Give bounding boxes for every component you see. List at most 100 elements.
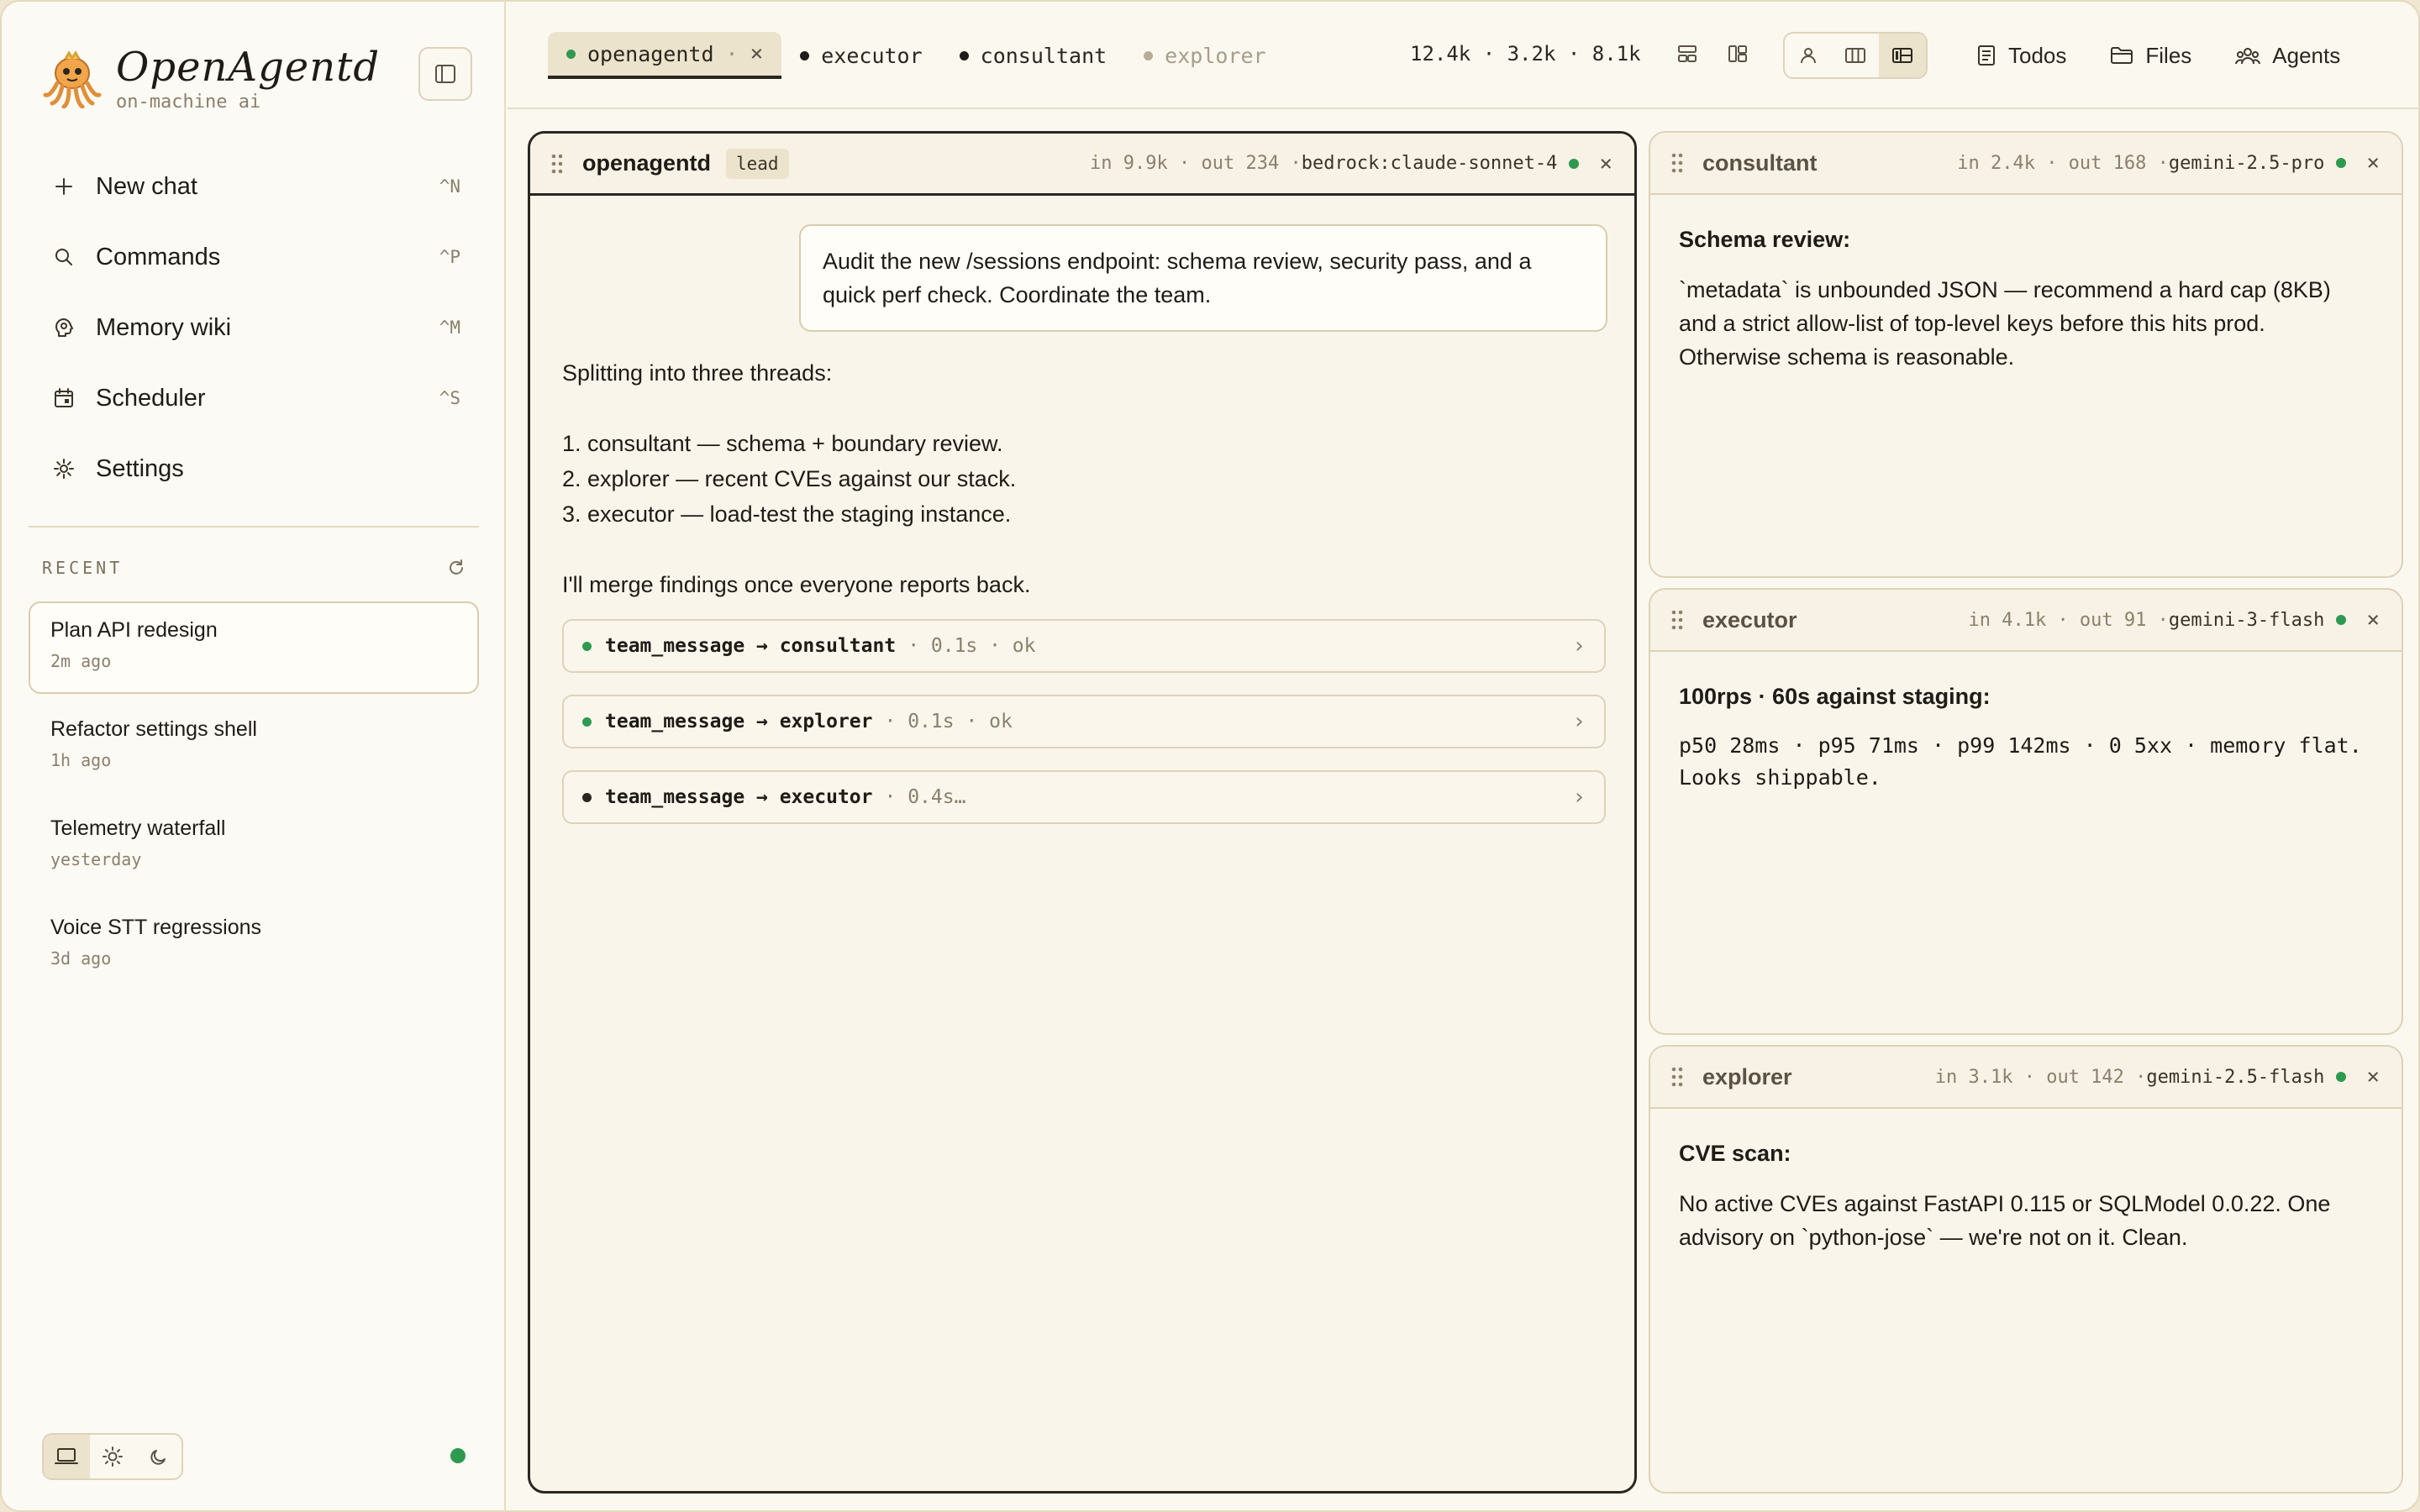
pane-close-icon[interactable]: ×: [2366, 607, 2380, 633]
tool-meta: · 0.4s…: [884, 786, 966, 808]
recent-item[interactable]: Telemetry waterfall yesterday: [29, 800, 479, 892]
tab-status-dot: [959, 50, 969, 60]
assistant-message: Splitting into three threads: 1. consult…: [562, 355, 1570, 602]
nav-memory-wiki[interactable]: Memory wiki ^M: [30, 292, 479, 363]
brand-tagline: on-machine ai: [116, 91, 261, 113]
tab-label: explorer: [1165, 43, 1266, 68]
theme-system-button[interactable]: [44, 1435, 90, 1478]
recent-title: RECENT: [42, 558, 124, 578]
brand[interactable]: OpenAgentd on-machine ai: [42, 40, 380, 116]
recent-item[interactable]: Voice STT regressions 3d ago: [29, 899, 479, 991]
tool-name: team_message → explorer: [605, 711, 873, 732]
model-name: gemini-2.5-flash: [2146, 1066, 2325, 1088]
sidebar-toggle-button[interactable]: [418, 47, 472, 101]
chevron-right-icon: ›: [1572, 785, 1586, 810]
top-actions: Todos Files Agents: [1963, 32, 2354, 79]
assistant-step: 1. consultant — schema + boundary review…: [562, 431, 1003, 456]
recent-item-name: Voice STT regressions: [50, 916, 262, 939]
users-icon: [2235, 48, 2261, 65]
model-name: gemini-3-flash: [2168, 609, 2325, 631]
plus-icon: [49, 171, 79, 202]
tab-label: consultant: [980, 43, 1107, 68]
view-grid-button[interactable]: [1879, 34, 1926, 77]
pane-heading: Schema review:: [1679, 227, 1851, 252]
nav-scheduler[interactable]: Scheduler ^S: [30, 363, 479, 433]
theme-light-button[interactable]: [90, 1435, 136, 1478]
pane-body-text: p50 28ms · p95 71ms · p99 142ms · 0 5xx …: [1679, 733, 2362, 790]
nav-shortcut: ^S: [439, 388, 460, 408]
assistant-intro: Splitting into three threads:: [562, 360, 833, 386]
tool-status-dot: [582, 717, 592, 727]
pane-close-icon[interactable]: ×: [2366, 150, 2380, 176]
model-status-dot: [2336, 615, 2347, 625]
tab-explorer[interactable]: explorer: [1125, 32, 1284, 79]
nav-settings[interactable]: Settings: [30, 433, 479, 504]
pane-heading: CVE scan:: [1679, 1141, 1791, 1166]
laptop-icon: [55, 1448, 79, 1464]
sidebar: OpenAgentd on-machine ai New chat ^N Com…: [2, 2, 506, 1510]
tab-close-icon[interactable]: ×: [750, 41, 764, 66]
recent-header: RECENT: [42, 558, 466, 578]
pane-title: explorer: [1702, 1063, 1792, 1089]
app-window: OpenAgentd on-machine ai New chat ^N Com…: [0, 0, 2420, 1512]
tool-call-row[interactable]: team_message → explorer · 0.1s · ok ›: [562, 695, 1606, 748]
token-usage: in 2.4k · out 168 ·: [1957, 152, 2169, 174]
brain-icon: [49, 312, 79, 343]
view-single-button[interactable]: [1785, 34, 1832, 77]
tool-call-row[interactable]: team_message → consultant · 0.1s · ok ›: [562, 619, 1606, 673]
model-name: bedrock:claude-sonnet-4: [1301, 153, 1558, 174]
pane-header: executor in 4.1k · out 91 · gemini-3-fla…: [1650, 590, 2402, 652]
sidebar-divider: [29, 526, 479, 528]
tool-meta: · 0.1s · ok: [908, 635, 1036, 657]
model-status-dot: [2336, 158, 2347, 168]
tool-meta: · 0.1s · ok: [884, 711, 1013, 732]
pane-body-text: No active CVEs against FastAPI 0.115 or …: [1679, 1191, 2331, 1250]
nav-new-chat[interactable]: New chat ^N: [30, 151, 479, 222]
refresh-icon[interactable]: [447, 559, 466, 577]
recent-item[interactable]: Plan API redesign 2m ago: [29, 601, 479, 694]
nav-shortcut: ^P: [439, 247, 460, 267]
drag-handle-icon[interactable]: [1670, 609, 1684, 631]
drag-handle-icon[interactable]: [1670, 1066, 1684, 1088]
nav-commands[interactable]: Commands ^P: [30, 222, 479, 292]
tab-executor[interactable]: executor: [781, 32, 940, 79]
view-split-button[interactable]: [1832, 34, 1879, 77]
person-icon: [1801, 48, 1816, 64]
layout-rows-button[interactable]: [1669, 35, 1706, 72]
todos-button[interactable]: Todos: [1963, 32, 2080, 79]
layout-columns-button[interactable]: [1719, 35, 1756, 72]
folder-icon: [2111, 47, 2133, 64]
token-usage: in 3.1k · out 142 ·: [1934, 1066, 2147, 1088]
recent-item[interactable]: Refactor settings shell 1h ago: [29, 701, 479, 793]
tab-status-dot: [1144, 50, 1154, 60]
brand-name: OpenAgentd: [116, 43, 381, 91]
tab-consultant[interactable]: consultant: [941, 32, 1126, 79]
pane-close-icon[interactable]: ×: [1599, 151, 1612, 176]
recent-item-time: yesterday: [50, 849, 142, 869]
recent-item-time: 1h ago: [50, 750, 112, 770]
pane-title: consultant: [1702, 150, 1818, 176]
tool-status-dot: [582, 641, 592, 651]
assistant-step: 2. explorer — recent CVEs against our st…: [562, 466, 1017, 491]
tab-label: openagentd: [587, 41, 714, 66]
drag-handle-icon[interactable]: [550, 153, 564, 175]
theme-dark-button[interactable]: [135, 1435, 182, 1478]
list-icon: [1978, 45, 1995, 66]
drag-handle-icon[interactable]: [1670, 152, 1684, 174]
model-name: gemini-2.5-pro: [2168, 152, 2325, 174]
moon-icon: [150, 1450, 166, 1465]
assistant-outro: I'll merge findings once everyone report…: [562, 572, 1031, 597]
calendar-icon: [49, 383, 79, 413]
grid-layout-icon: [1892, 48, 1912, 63]
tool-status-dot: [582, 792, 592, 802]
chevron-right-icon: ›: [1572, 633, 1586, 659]
pane-heading: 100rps · 60s against staging:: [1679, 684, 1991, 709]
pane-close-icon[interactable]: ×: [2366, 1064, 2380, 1089]
agents-label: Agents: [2272, 42, 2341, 68]
files-button[interactable]: Files: [2096, 32, 2205, 79]
pane-meta: in 4.1k · out 91 · gemini-3-flash ×: [1968, 607, 2380, 633]
tab-openagentd[interactable]: openagentd · ×: [548, 32, 782, 79]
top-bar: openagentd · × executor consultant explo…: [508, 2, 2418, 109]
agents-button[interactable]: Agents: [2222, 32, 2354, 79]
tool-call-row[interactable]: team_message → executor · 0.4s… ›: [562, 770, 1606, 824]
